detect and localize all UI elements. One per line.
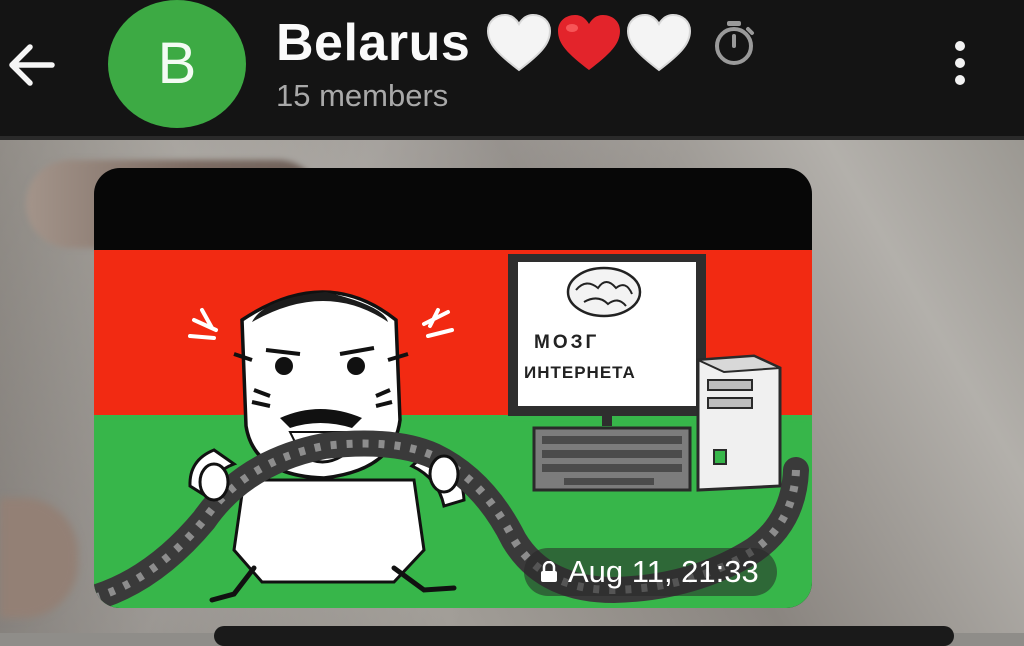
message-timestamp: Aug 11, 21:33 bbox=[524, 548, 777, 596]
title-emoji bbox=[484, 12, 694, 74]
avatar-letter: B bbox=[157, 31, 197, 96]
lock-icon bbox=[541, 561, 557, 582]
chat-header: B Belarus 15 members bbox=[0, 0, 1024, 140]
white-heart-icon bbox=[487, 13, 552, 72]
chat-title: Belarus bbox=[276, 14, 471, 72]
member-count: 15 members bbox=[276, 78, 449, 113]
timestamp-text: Aug 11, 21:33 bbox=[568, 554, 759, 589]
next-message-bubble[interactable] bbox=[214, 626, 954, 646]
arrow-left-icon bbox=[9, 44, 55, 86]
more-vertical-icon bbox=[955, 75, 965, 85]
red-heart-icon bbox=[558, 15, 621, 70]
chat-title-row[interactable]: Belarus bbox=[276, 10, 756, 76]
white-heart-icon bbox=[627, 13, 692, 72]
stopwatch-icon bbox=[715, 21, 755, 65]
more-vertical-icon bbox=[955, 41, 965, 51]
more-options-button[interactable] bbox=[938, 30, 982, 96]
artwork-text-line1: МОЗГ bbox=[534, 332, 599, 353]
artwork-text-line2: ИНТЕРНЕТА bbox=[524, 363, 636, 382]
message-bubble[interactable]: МОЗГ ИНТЕРНЕТА bbox=[94, 168, 812, 608]
back-button[interactable] bbox=[0, 30, 60, 100]
more-vertical-icon bbox=[955, 58, 965, 68]
chat-avatar[interactable]: B bbox=[108, 0, 246, 128]
